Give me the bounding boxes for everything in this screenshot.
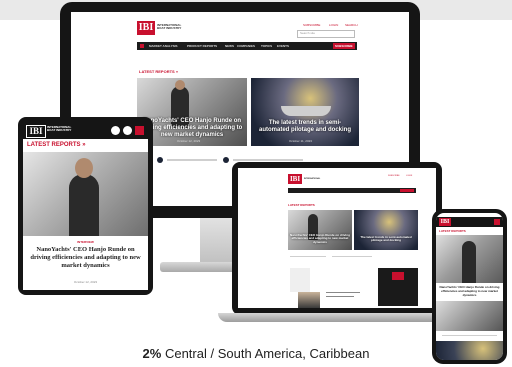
article-card-1[interactable]: NanoYachts' CEO Hanjo Runde on driving e… xyxy=(137,78,247,146)
section-arrow-icon: » xyxy=(175,69,179,74)
header-link-subscribe[interactable]: SUBSCRIBE xyxy=(303,23,320,27)
laptop-screen: IBI INTERNATIONAL SUBSCRIBE LOGIN LATEST… xyxy=(238,168,436,308)
boat-shape xyxy=(281,106,331,116)
laptop-article-card-2[interactable]: The latest trends in semi-automated pilo… xyxy=(354,210,418,250)
tablet-brand-logo[interactable]: IBI xyxy=(26,125,46,138)
article-2-title[interactable]: The latest trends in semi-automated pilo… xyxy=(255,120,355,134)
phone-person-figure xyxy=(462,241,476,283)
laptop-meta-line-1 xyxy=(290,256,326,257)
laptop-brand-logo[interactable]: IBI xyxy=(288,174,302,184)
nav-item-product-reports[interactable]: PRODUCT REPORTS xyxy=(187,44,217,48)
brand-logo[interactable]: IBI xyxy=(137,21,155,35)
laptop-base xyxy=(218,313,454,322)
phone-second-image[interactable] xyxy=(436,301,503,331)
header-link-login[interactable]: LOGIN xyxy=(329,23,338,27)
laptop-text-line-1 xyxy=(326,292,360,293)
phone-article-title[interactable]: NanoYachts' CEO Hanjo Runde on driving e… xyxy=(439,285,500,297)
phone-brand-logo[interactable]: IBI xyxy=(439,218,451,226)
laptop: IBI INTERNATIONAL SUBSCRIBE LOGIN LATEST… xyxy=(232,162,442,315)
laptop-promo-box[interactable] xyxy=(378,268,418,306)
article-meta-line-2 xyxy=(233,159,303,161)
article-1-title[interactable]: NanoYachts' CEO Hanjo Runde on driving e… xyxy=(141,118,243,139)
brand-subtitle: INTERNATIONAL BOAT INDUSTRY xyxy=(157,23,182,31)
article-meta-dot-1 xyxy=(157,157,163,163)
laptop-ad-block[interactable] xyxy=(290,268,310,292)
main-nav: MARKET ANALYSIS PRODUCT REPORTS NEWS COM… xyxy=(137,42,357,50)
tablet-section-title-text: LATEST REPORTS xyxy=(27,142,81,148)
search-icon[interactable] xyxy=(123,126,132,135)
nav-item-news[interactable]: NEWS xyxy=(225,44,234,48)
article-2-date: October 11, 2023 xyxy=(289,139,312,143)
laptop-article-2-title[interactable]: The latest trends in semi-automated pilo… xyxy=(356,235,416,243)
laptop-article-card-1[interactable]: NanoYachts' CEO Hanjo Runde on driving e… xyxy=(288,210,352,250)
stat-caption: 2% Central / South America, Caribbean xyxy=(0,346,512,361)
section-title-text: LATEST REPORTS xyxy=(139,69,175,74)
laptop-header-link-subscribe[interactable]: SUBSCRIBE xyxy=(388,175,400,177)
laptop-portrait-thumb[interactable] xyxy=(298,292,320,308)
stat-region: Central / South America, Caribbean xyxy=(164,346,370,361)
laptop-meta-line-2 xyxy=(332,256,372,257)
laptop-header-link-login[interactable]: LOGIN xyxy=(406,175,412,177)
article-card-2[interactable]: The latest trends in semi-automated pilo… xyxy=(251,78,359,146)
user-icon[interactable] xyxy=(111,126,120,135)
tablet-hero-image[interactable] xyxy=(23,152,148,236)
brand-subtitle-line-2: BOAT INDUSTRY xyxy=(157,26,182,31)
article-1-date: October 12, 2023 xyxy=(177,139,201,143)
phone-menu-icon[interactable] xyxy=(494,219,500,225)
nav-subscribe-button[interactable]: SUBSCRIBE xyxy=(333,43,355,49)
nav-item-events[interactable]: EVENTS xyxy=(277,44,289,48)
tablet-article-category: INTERVIEW xyxy=(77,240,94,244)
laptop-nav-subscribe-button[interactable] xyxy=(400,189,414,192)
nav-item-companies[interactable]: COMPANIES xyxy=(237,44,255,48)
phone-section-title: LATEST REPORTS xyxy=(439,229,466,233)
laptop-brand-subtitle: INTERNATIONAL xyxy=(304,178,321,180)
home-icon[interactable] xyxy=(140,44,144,48)
menu-icon[interactable] xyxy=(135,126,144,135)
laptop-promo-logo xyxy=(392,272,404,280)
person-head xyxy=(175,80,185,90)
tablet-article-date: October 12, 2023 xyxy=(73,280,98,284)
section-title: LATEST REPORTS » xyxy=(139,69,178,74)
tablet-brand-subtitle: INTERNATIONAL BOAT INDUSTRY xyxy=(47,125,72,133)
tablet-header: IBI INTERNATIONAL BOAT INDUSTRY xyxy=(23,122,148,139)
laptop-section-title: LATEST REPORTS xyxy=(288,203,315,207)
phone: IBI LATEST REPORTS NanoYachts' CEO Hanjo… xyxy=(432,209,507,364)
tablet-person-body xyxy=(69,174,99,236)
search-input[interactable]: Search site xyxy=(297,30,355,38)
tablet-brand-subtitle-line-2: BOAT INDUSTRY xyxy=(47,128,72,133)
tablet-person-head xyxy=(75,158,93,178)
phone-header: IBI xyxy=(436,217,503,227)
article-meta-dot-2 xyxy=(223,157,229,163)
laptop-main-nav xyxy=(288,188,416,193)
tablet-screen: IBI INTERNATIONAL BOAT INDUSTRY LATEST R… xyxy=(23,122,148,290)
tablet-article-title[interactable]: NanoYachts' CEO Hanjo Runde on driving e… xyxy=(29,246,142,270)
tablet-section-arrow-icon: » xyxy=(82,142,86,148)
nav-subscribe-label: SUBSCRIBE xyxy=(335,44,353,48)
phone-screen: IBI LATEST REPORTS NanoYachts' CEO Hanjo… xyxy=(436,213,503,360)
tablet-section-title: LATEST REPORTS » xyxy=(27,142,86,148)
article-meta-line-1 xyxy=(167,159,217,161)
stat-percent: 2% xyxy=(142,346,162,361)
header-link-search[interactable]: SEARCH xyxy=(345,23,358,27)
laptop-text-line-2 xyxy=(326,296,354,297)
nav-item-market-analysis[interactable]: MARKET ANALYSIS xyxy=(149,44,177,48)
search-placeholder: Search site xyxy=(300,31,316,35)
phone-hero-image[interactable] xyxy=(436,235,503,283)
tablet: IBI INTERNATIONAL BOAT INDUSTRY LATEST R… xyxy=(18,117,153,295)
laptop-article-1-title[interactable]: NanoYachts' CEO Hanjo Runde on driving e… xyxy=(290,233,350,244)
nav-item-topics[interactable]: TOPICS xyxy=(261,44,272,48)
phone-text-line xyxy=(442,335,497,336)
